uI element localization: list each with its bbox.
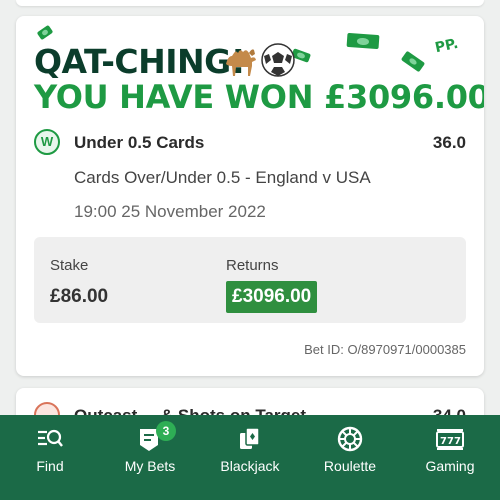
nav-item-roulette[interactable]: Roulette bbox=[300, 415, 400, 500]
brand-logo: PP. bbox=[433, 35, 460, 57]
bet-id: Bet ID: O/8970971/0000385 bbox=[304, 342, 466, 357]
stake-returns-panel: Stake £86.00 Returns £3096.00 bbox=[34, 237, 466, 323]
cash-note-icon bbox=[400, 50, 426, 73]
camel-icon bbox=[226, 49, 256, 76]
previous-card-edge bbox=[16, 0, 484, 6]
bet-leg: W Under 0.5 Cards 36.0 bbox=[34, 129, 466, 157]
nav-label: Find bbox=[36, 458, 64, 474]
nav-item-my-bets[interactable]: 3 My Bets bbox=[100, 415, 200, 500]
selection-name: Under 0.5 Cards bbox=[74, 133, 205, 152]
win-banner: QAT-CHING! PP. YOU HAVE WON £3096.00 bbox=[16, 16, 484, 126]
stake-label: Stake bbox=[50, 257, 89, 274]
nav-label: Blackjack bbox=[220, 458, 280, 474]
nav-item-gaming[interactable]: 7 7 7 Gaming bbox=[400, 415, 500, 500]
win-status-icon: W bbox=[34, 129, 60, 155]
nav-label: My Bets bbox=[124, 458, 176, 474]
football-icon bbox=[261, 43, 295, 77]
svg-text:7: 7 bbox=[440, 436, 447, 447]
banner-headline: QAT-CHING! bbox=[34, 42, 246, 81]
cash-note-icon bbox=[36, 24, 54, 41]
svg-text:7: 7 bbox=[447, 436, 454, 447]
bets-count-badge: 3 bbox=[156, 421, 176, 441]
roulette-wheel-icon bbox=[337, 426, 363, 452]
search-list-icon bbox=[38, 429, 63, 447]
nav-label: Roulette bbox=[323, 458, 377, 474]
nav-label: Gaming bbox=[425, 458, 475, 474]
cards-icon bbox=[240, 427, 260, 449]
settled-bet-card[interactable]: QAT-CHING! PP. YOU HAVE WON £3096.00 W U… bbox=[16, 16, 484, 376]
win-message: YOU HAVE WON £3096.00 bbox=[34, 78, 484, 116]
stake-value: £86.00 bbox=[50, 286, 109, 307]
nav-item-blackjack[interactable]: Blackjack bbox=[200, 415, 300, 500]
returns-label: Returns bbox=[226, 257, 279, 274]
slot-reels-icon: 7 7 7 bbox=[436, 429, 464, 450]
selection-odds: 36.0 bbox=[432, 133, 466, 152]
svg-text:7: 7 bbox=[454, 436, 461, 447]
bottom-navigation: Find 3 My Bets Blackjack Roulette 7 7 7 … bbox=[0, 415, 500, 500]
market-name: Cards Over/Under 0.5 - England v USA bbox=[74, 168, 371, 187]
nav-item-find[interactable]: Find bbox=[0, 415, 100, 500]
cash-note-icon bbox=[346, 32, 380, 50]
returns-value: £3096.00 bbox=[226, 281, 318, 313]
event-time: 19:00 25 November 2022 bbox=[74, 202, 266, 221]
